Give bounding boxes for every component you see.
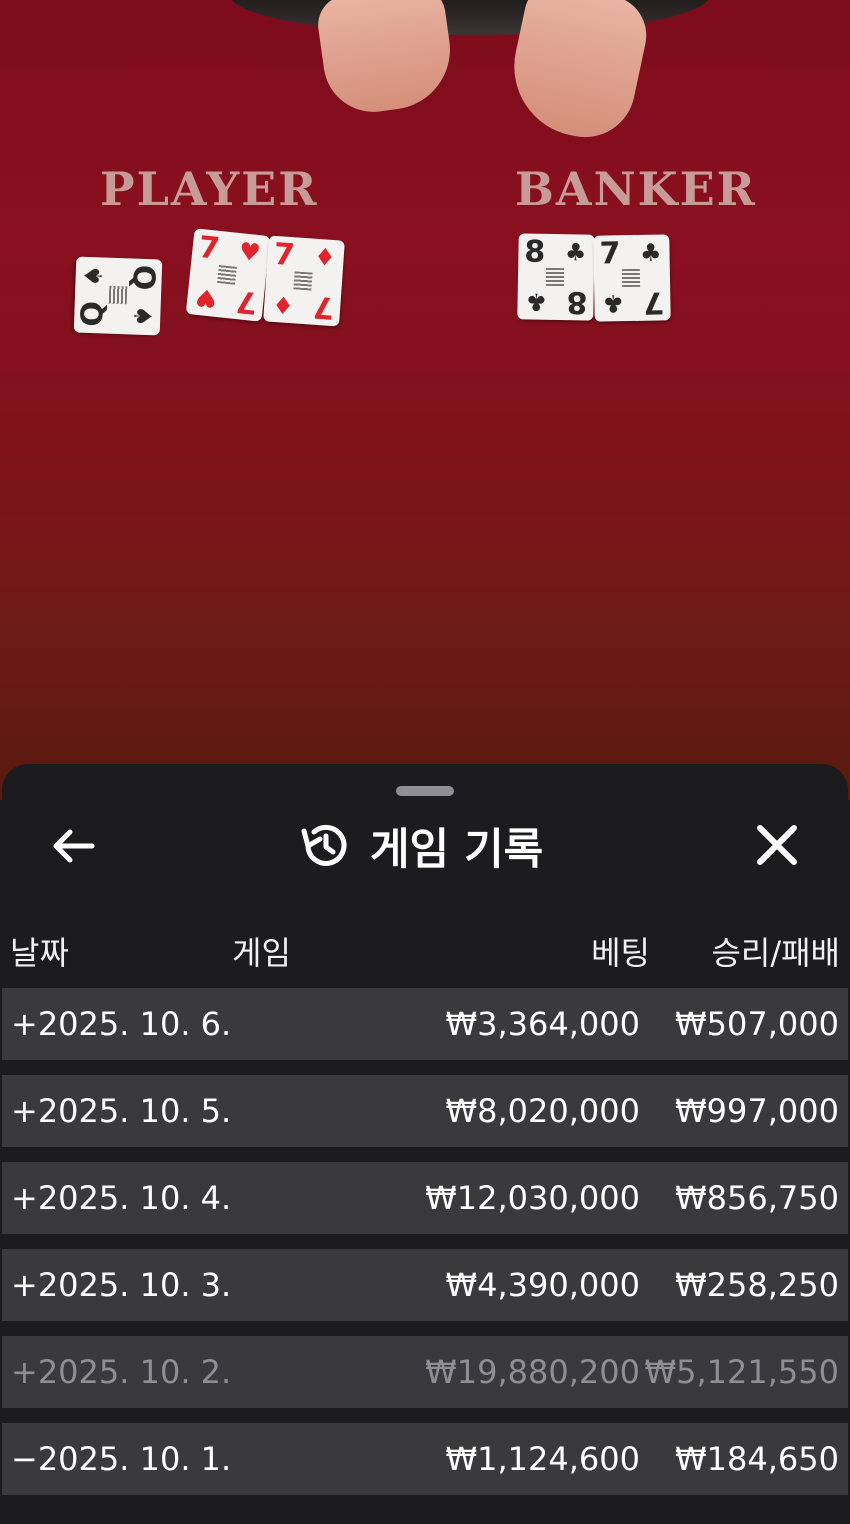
row-result-amount: ₩997,000 [675,1092,839,1130]
row-bet-amount: ₩4,390,000 [445,1266,641,1304]
banker-card-2: 7 ♣ ♣ 7 [593,234,671,322]
row-bet-amount: ₩19,880,200 [425,1353,640,1391]
card-rank: 8 [566,284,588,320]
close-icon [757,825,797,865]
card-face-pattern [217,265,237,285]
card-suit: ♠ [127,304,157,328]
card-suit: ♣ [564,238,587,267]
card-rank: 7 [599,236,621,272]
row-bet-amount: ₩1,124,600 [445,1440,641,1478]
row-result-amount: ₩856,750 [675,1179,839,1217]
history-row[interactable]: −2025. 10. 1. ₩1,124,600 ₩184,650 [2,1423,848,1495]
row-date: +2025. 10. 5. [11,1092,232,1130]
history-row[interactable]: +2025. 10. 2. ₩19,880,200 ₩5,121,550 [2,1336,848,1408]
arrow-left-icon [53,829,95,863]
card-rank: Q [74,301,111,328]
banker-label: BANKER [515,162,757,216]
card-suit: ♦ [271,289,295,320]
game-history-sheet: 게임 기록 날짜 게임 베팅 승리/패배 +2025. 10. 6. ₩3,36… [2,764,848,1524]
card-suit: ♣ [639,238,662,267]
sheet-drag-handle[interactable] [396,786,454,796]
card-suit: ♣ [525,287,548,316]
row-date: +2025. 10. 2. [11,1353,232,1391]
card-rank: 7 [643,284,665,320]
live-table-video: PLAYER BANKER Q ♠ ♠ Q 7 ♥ ♥ 7 7 ♦ ♦ 7 8 … [0,0,850,800]
card-suit: ♦ [313,242,337,273]
history-icon [301,824,347,866]
history-row[interactable]: +2025. 10. 4. ₩12,030,000 ₩856,750 [2,1162,848,1234]
card-face-pattern [621,268,641,288]
card-suit: ♣ [602,289,625,318]
card-suit: ♥ [237,237,262,268]
row-date: +2025. 10. 6. [11,1005,232,1043]
row-result-amount: ₩184,650 [675,1440,839,1478]
sheet-title: 게임 기록 [370,825,544,875]
card-rank: 7 [196,229,222,267]
close-button[interactable] [750,820,804,872]
card-face-pattern [108,285,128,305]
card-suit: ♥ [194,282,219,313]
back-button[interactable] [48,824,100,868]
row-bet-amount: ₩3,364,000 [445,1005,641,1043]
row-result-amount: ₩258,250 [675,1266,839,1304]
player-label: PLAYER [100,162,319,216]
column-header-bet: 베팅 [591,934,650,972]
card-suit: ♠ [79,264,109,288]
history-row[interactable]: +2025. 10. 6. ₩3,364,000 ₩507,000 [2,988,848,1060]
player-card-2: 7 ♥ ♥ 7 [185,228,271,322]
history-row[interactable]: +2025. 10. 5. ₩8,020,000 ₩997,000 [2,1075,848,1147]
card-rank: 8 [524,234,546,270]
row-date: +2025. 10. 3. [11,1266,232,1304]
dealer-left-hand [314,0,458,119]
sheet-header: 게임 기록 [298,816,543,876]
history-row[interactable]: +2025. 10. 3. ₩4,390,000 ₩258,250 [2,1249,848,1321]
dealer-right-hand [501,0,654,147]
banker-card-1: 8 ♣ ♣ 8 [517,233,595,321]
card-face-pattern [545,267,565,287]
player-card-3: 7 ♦ ♦ 7 [263,235,345,327]
card-face-pattern [293,271,313,291]
row-result-amount: ₩507,000 [675,1005,839,1043]
card-rank: Q [125,264,162,291]
row-result-amount: ₩5,121,550 [644,1353,840,1391]
row-bet-amount: ₩12,030,000 [425,1179,640,1217]
card-rank: 7 [234,283,260,321]
row-date: −2025. 10. 1. [11,1440,232,1478]
history-list: +2025. 10. 6. ₩3,364,000 ₩507,000 +2025.… [2,988,848,1510]
column-header-date: 날짜 [10,934,69,972]
row-date: +2025. 10. 4. [11,1179,232,1217]
row-bet-amount: ₩8,020,000 [445,1092,641,1130]
column-header-result: 승리/패배 [711,934,840,972]
card-rank: 7 [272,236,296,274]
column-header-game: 게임 [232,934,291,972]
player-card-1: Q ♠ ♠ Q [73,256,163,336]
card-rank: 7 [312,288,336,326]
